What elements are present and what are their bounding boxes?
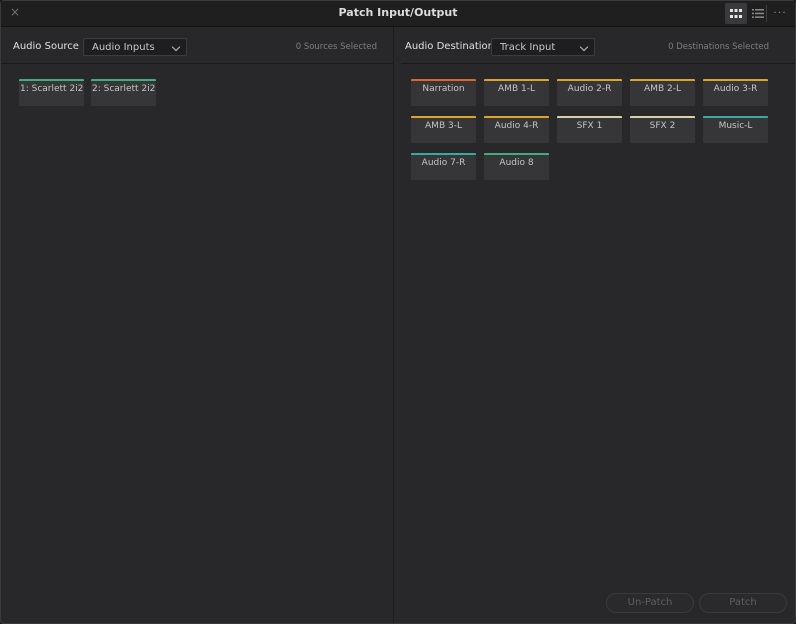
source-tile[interactable]: 2: Scarlett 2i2 USB bbox=[91, 79, 156, 106]
title-bar: × Patch Input/Output ··· bbox=[1, 1, 795, 27]
audio-source-dropdown-value: Audio Inputs bbox=[92, 42, 155, 53]
destination-tile[interactable]: SFX 2 bbox=[630, 116, 695, 143]
destinations-selected-count: 0 Destinations Selected bbox=[668, 42, 769, 52]
track-color-bar bbox=[703, 79, 768, 81]
destination-tile[interactable]: Audio 2-R bbox=[557, 79, 622, 106]
destination-tile-label: Audio 3-R bbox=[713, 84, 758, 94]
grid-view-button[interactable] bbox=[725, 3, 747, 24]
track-color-bar bbox=[630, 116, 695, 118]
view-toggle-group bbox=[725, 3, 769, 24]
unpatch-button[interactable]: Un-Patch bbox=[606, 593, 694, 613]
destination-tile-label: SFX 1 bbox=[576, 121, 603, 131]
patch-button[interactable]: Patch bbox=[699, 593, 787, 613]
audio-destination-label: Audio Destination bbox=[405, 41, 494, 52]
track-color-bar bbox=[484, 79, 549, 81]
destination-tile-label: AMB 3-L bbox=[425, 121, 462, 131]
more-options-icon[interactable]: ··· bbox=[771, 3, 789, 24]
destination-tile-label: Audio 2-R bbox=[567, 84, 612, 94]
audio-source-label: Audio Source bbox=[13, 41, 79, 52]
destination-tile-label: AMB 1-L bbox=[498, 84, 535, 94]
audio-destination-header: Audio Destination Track Input 0 Destinat… bbox=[401, 27, 795, 64]
title-divider bbox=[766, 5, 767, 22]
destination-tile-label: AMB 2-L bbox=[644, 84, 681, 94]
track-color-bar bbox=[19, 79, 84, 81]
track-color-bar bbox=[557, 79, 622, 81]
audio-source-panel: Audio Source Audio Inputs 0 Sources Sele… bbox=[1, 27, 394, 623]
patch-io-window: × Patch Input/Output ··· Audio Source Au… bbox=[0, 0, 796, 624]
destination-tile[interactable]: Audio 7-R bbox=[411, 153, 476, 180]
destination-tile-label: SFX 2 bbox=[649, 121, 676, 131]
grid-view-icon bbox=[730, 9, 742, 18]
source-tile[interactable]: 1: Scarlett 2i2 USB bbox=[19, 79, 84, 106]
track-color-bar bbox=[703, 116, 768, 118]
destination-tile-label: Audio 8 bbox=[499, 158, 534, 168]
list-view-icon bbox=[752, 9, 764, 18]
track-color-bar bbox=[557, 116, 622, 118]
audio-destination-dropdown[interactable]: Track Input bbox=[491, 38, 595, 56]
track-color-bar bbox=[411, 116, 476, 118]
track-color-bar bbox=[411, 79, 476, 81]
destination-tile[interactable]: Audio 4-R bbox=[484, 116, 549, 143]
destination-tile-label: Narration bbox=[422, 84, 465, 94]
sources-selected-count: 0 Sources Selected bbox=[295, 42, 377, 52]
destination-tile[interactable]: AMB 3-L bbox=[411, 116, 476, 143]
destination-tile-label: Audio 4-R bbox=[494, 121, 539, 131]
track-color-bar bbox=[91, 79, 156, 81]
source-tile-label: 1: Scarlett 2i2 USB bbox=[20, 84, 84, 94]
chevron-down-icon bbox=[171, 42, 181, 52]
audio-destination-panel: Audio Destination Track Input 0 Destinat… bbox=[401, 27, 795, 623]
track-color-bar bbox=[484, 116, 549, 118]
destination-tile[interactable]: Narration bbox=[411, 79, 476, 106]
destination-tile[interactable]: AMB 2-L bbox=[630, 79, 695, 106]
track-color-bar bbox=[630, 79, 695, 81]
destination-tile-label: Music-L bbox=[718, 121, 753, 131]
source-tile-label: 2: Scarlett 2i2 USB bbox=[92, 84, 156, 94]
destination-tile[interactable]: Audio 3-R bbox=[703, 79, 768, 106]
destination-tile[interactable]: Music-L bbox=[703, 116, 768, 143]
audio-source-header: Audio Source Audio Inputs 0 Sources Sele… bbox=[1, 27, 393, 64]
window-title: Patch Input/Output bbox=[338, 6, 458, 19]
destination-tile[interactable]: AMB 1-L bbox=[484, 79, 549, 106]
destination-tile[interactable]: SFX 1 bbox=[557, 116, 622, 143]
destination-tile[interactable]: Audio 8 bbox=[484, 153, 549, 180]
audio-destination-dropdown-value: Track Input bbox=[500, 42, 556, 53]
audio-source-dropdown[interactable]: Audio Inputs bbox=[83, 38, 187, 56]
track-color-bar bbox=[411, 153, 476, 155]
destination-tile-label: Audio 7-R bbox=[421, 158, 466, 168]
chevron-down-icon bbox=[579, 42, 589, 52]
track-color-bar bbox=[484, 153, 549, 155]
